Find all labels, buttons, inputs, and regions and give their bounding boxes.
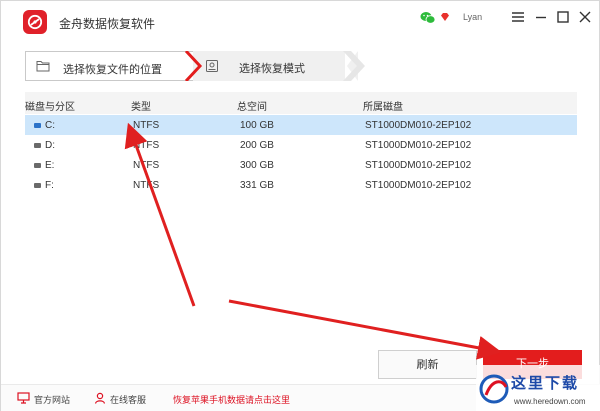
watermark-url: www.heredown.com [514,397,586,406]
partition-size: 331 GB [240,180,274,191]
online-support-link[interactable]: 在线客服 [110,393,146,406]
partition-name: E: [45,160,55,171]
partition-name: C: [45,120,55,131]
drive-icon [34,143,41,148]
partition-table: 磁盘与分区 类型 总空间 所属磁盘 C: NTFS 100 GB ST1000D… [25,92,577,195]
partition-name: F: [45,180,54,191]
step-indicator: 选择恢复文件的位置 选择恢复模式 [25,51,365,81]
column-header[interactable]: 总空间 [237,98,267,113]
drive-icon [34,183,41,188]
wechat-icon[interactable] [420,11,436,25]
official-website-link[interactable]: 官方网站 [34,393,70,406]
table-header: 磁盘与分区 类型 总空间 所属磁盘 [25,92,577,114]
partition-size: 100 GB [240,120,274,131]
watermark-text: 这里下载 [511,374,580,392]
column-header[interactable]: 所属磁盘 [363,98,403,113]
title-bar: 金舟数据恢复软件 Lyan [1,1,600,43]
partition-disk: ST1000DM010-2EP102 [365,180,472,191]
partition-name: D: [45,140,55,151]
table-row[interactable]: F: NTFS 331 GB ST1000DM010-2EP102 [25,175,577,195]
column-header[interactable]: 磁盘与分区 [25,98,75,113]
refresh-button[interactable]: 刷新 [378,350,477,379]
partition-type: NTFS [133,160,160,171]
partition-type: NTFS [133,140,160,151]
drive-icon [34,123,41,128]
partition-size: 300 GB [240,160,274,171]
support-person-icon[interactable] [94,392,106,404]
partition-disk: ST1000DM010-2EP102 [365,160,472,171]
iphone-recovery-promo-link[interactable]: 恢复苹果手机数据请点击这里 [173,393,290,406]
partition-size: 200 GB [240,140,274,151]
partition-disk: ST1000DM010-2EP102 [365,120,472,131]
table-row[interactable]: D: NTFS 200 GB ST1000DM010-2EP102 [25,135,577,155]
table-row[interactable]: E: NTFS 300 GB ST1000DM010-2EP102 [25,155,577,175]
monitor-icon[interactable] [17,392,30,404]
close-icon[interactable] [577,9,593,25]
user-name[interactable]: Lyan [463,12,482,22]
drive-icon [34,163,41,168]
app-logo-icon [23,10,47,34]
app-title: 金舟数据恢复软件 [59,17,156,31]
menu-icon[interactable] [510,9,526,25]
maximize-icon[interactable] [555,9,571,25]
app-window: 金舟数据恢复软件 Lyan 选择恢复文件的位置 选择恢复模式 磁盘与分区 类型 … [0,0,600,411]
column-header[interactable]: 类型 [131,98,151,113]
partition-type: NTFS [133,180,160,191]
vip-diamond-icon[interactable] [440,12,450,22]
step-arrows [184,51,365,81]
partition-disk: ST1000DM010-2EP102 [365,140,472,151]
minimize-icon[interactable] [533,9,549,25]
table-row[interactable]: C: NTFS 100 GB ST1000DM010-2EP102 [25,115,577,135]
partition-type: NTFS [133,120,160,131]
watermark: 这里下载 www.heredown.com [476,365,600,411]
